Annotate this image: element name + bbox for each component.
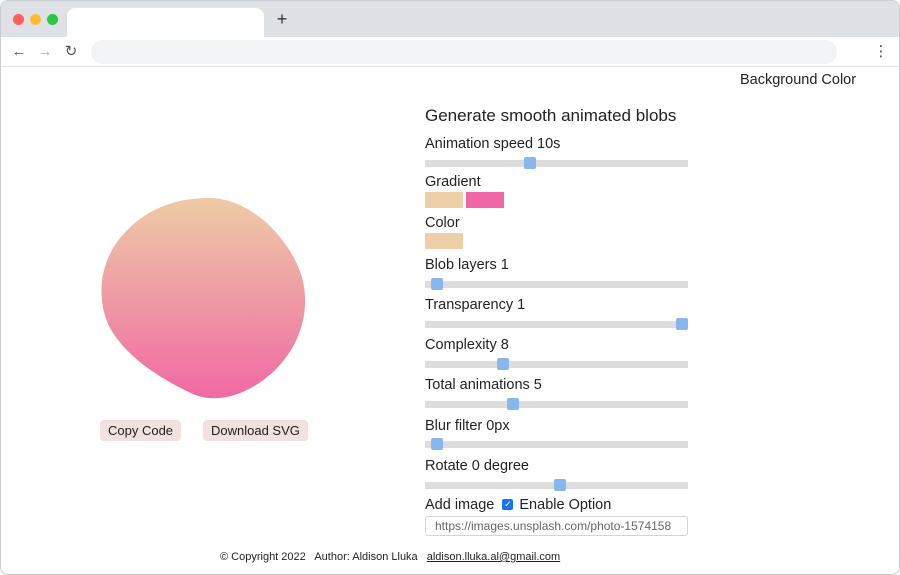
color-swatch[interactable] (425, 233, 463, 249)
color-label: Color (425, 215, 460, 231)
author-text: Author: Aldison Lluka (314, 551, 418, 563)
total-animations-label: Total animations 5 (425, 377, 542, 393)
animation-speed-slider[interactable] (425, 157, 688, 169)
author-email-link[interactable]: aldison.lluka.al@gmail.com (427, 551, 560, 563)
reload-icon[interactable]: ↻ (61, 42, 81, 62)
gradient-label: Gradient (425, 174, 481, 190)
close-window-dot[interactable] (13, 14, 24, 25)
copy-code-button[interactable]: Copy Code (100, 420, 182, 441)
blob-layers-slider[interactable] (425, 278, 688, 290)
forward-arrow-icon[interactable]: → (35, 42, 55, 62)
download-svg-button[interactable]: Download SVG (203, 420, 308, 441)
gradient-color-2-swatch[interactable] (466, 192, 504, 208)
slider-thumb[interactable] (506, 398, 519, 410)
rotate-label: Rotate 0 degree (425, 458, 529, 474)
browser-window: + ← → ↻ ⋮ Background Color Copy Code Dow… (0, 0, 900, 575)
checkmark-icon: ✓ (502, 499, 514, 510)
blob-layers-label: Blob layers 1 (425, 257, 509, 273)
transparency-slider[interactable] (425, 318, 688, 330)
slider-thumb[interactable] (431, 438, 443, 450)
complexity-slider[interactable] (425, 358, 688, 370)
total-animations-slider[interactable] (425, 398, 688, 410)
slider-thumb[interactable] (553, 479, 566, 491)
image-url-input[interactable] (425, 516, 688, 536)
address-bar[interactable] (91, 40, 837, 64)
tab-strip: + (1, 1, 899, 37)
background-color-label[interactable]: Background Color (740, 72, 856, 88)
slider-thumb[interactable] (497, 358, 510, 370)
enable-option-label[interactable]: Enable Option (519, 497, 611, 513)
enable-option-checkbox[interactable]: ✓ (502, 499, 514, 510)
blob-preview (97, 194, 311, 402)
add-image-row: Add image ✓ Enable Option (425, 497, 611, 513)
rotate-slider[interactable] (425, 479, 688, 491)
new-tab-plus-icon[interactable]: + (273, 9, 291, 29)
blob-svg (101, 197, 306, 399)
blur-filter-slider[interactable] (425, 438, 688, 450)
transparency-label: Transparency 1 (425, 297, 526, 313)
complexity-label: Complexity 8 (425, 337, 509, 353)
browser-tab-active[interactable] (67, 8, 264, 37)
browser-toolbar: ← → ↻ ⋮ (1, 37, 899, 67)
copyright-text: © Copyright 2022 (220, 551, 306, 563)
animation-speed-label: Animation speed 10s (425, 136, 561, 152)
minimize-window-dot[interactable] (30, 14, 41, 25)
maximize-window-dot[interactable] (47, 14, 58, 25)
footer: © Copyright 2022 Author: Aldison Lluka a… (220, 551, 560, 563)
gradient-color-1-swatch[interactable] (425, 192, 463, 208)
panel-title: Generate smooth animated blobs (425, 106, 677, 125)
add-image-label: Add image (425, 497, 495, 513)
page-content: Background Color Copy Code Download SVG … (1, 68, 899, 574)
back-arrow-icon[interactable]: ← (9, 42, 29, 62)
slider-thumb[interactable] (524, 157, 537, 169)
blur-filter-label: Blur filter 0px (425, 418, 510, 434)
kebab-menu-icon[interactable]: ⋮ (873, 42, 889, 62)
slider-thumb[interactable] (676, 318, 688, 330)
slider-thumb[interactable] (431, 278, 443, 290)
blob-shape (101, 197, 306, 399)
